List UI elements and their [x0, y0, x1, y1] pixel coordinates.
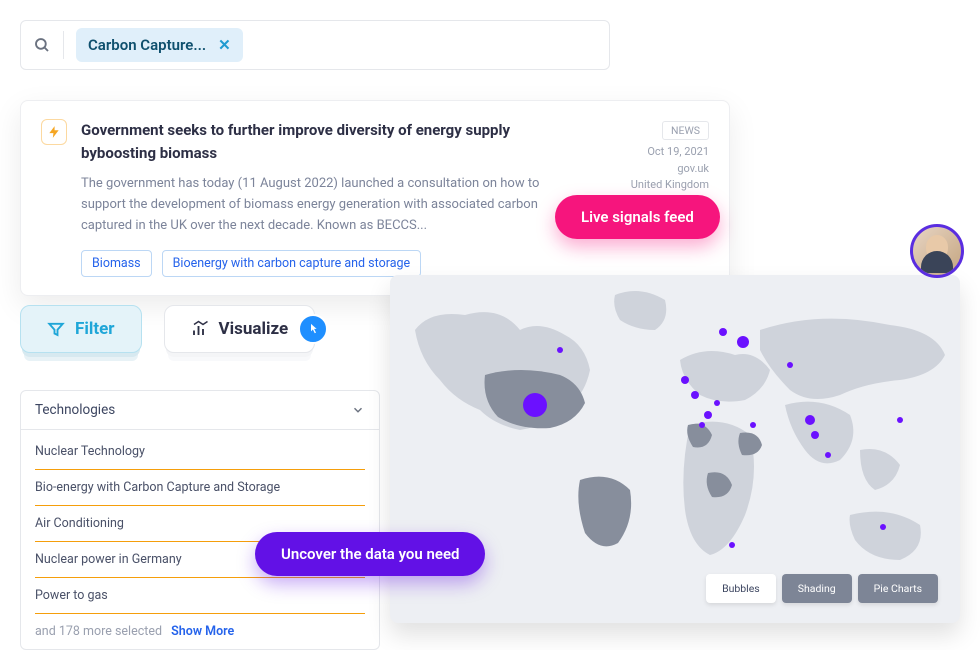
map-bubble[interactable]: [699, 422, 705, 428]
divider: [63, 31, 64, 59]
tag-biomass[interactable]: Biomass: [81, 250, 152, 277]
technologies-panel: Technologies Nuclear Technology Bio-ener…: [20, 390, 380, 650]
map-bubble[interactable]: [787, 362, 793, 368]
list-item[interactable]: Power to gas: [35, 578, 365, 614]
list-item[interactable]: Bio-energy with Carbon Capture and Stora…: [35, 470, 365, 506]
map-bubble[interactable]: [897, 417, 903, 423]
panel-title: Technologies: [35, 402, 115, 418]
panel-footer: and 178 more selected Show More: [35, 614, 365, 639]
search-bar[interactable]: Carbon Capture... ✕: [20, 20, 610, 70]
map-bubble[interactable]: [523, 393, 547, 417]
visualize-label: Visualize: [219, 319, 289, 339]
filter-button[interactable]: Filter: [20, 305, 142, 353]
map-bubble[interactable]: [681, 376, 689, 384]
tag-beccs[interactable]: Bioenergy with carbon capture and storag…: [162, 250, 422, 277]
panel-header[interactable]: Technologies: [20, 390, 380, 430]
pointer-icon: [298, 314, 328, 344]
chevron-down-icon: [351, 403, 365, 417]
meta-source: gov.uk: [631, 161, 709, 178]
search-icon: [33, 36, 51, 54]
map-bubble[interactable]: [825, 452, 831, 458]
chip-label: Carbon Capture...: [88, 36, 206, 54]
visualize-button[interactable]: Visualize: [164, 305, 316, 353]
toggle-pie[interactable]: Pie Charts: [858, 574, 938, 603]
search-chip[interactable]: Carbon Capture... ✕: [76, 28, 243, 62]
card-title: Government seeks to further improve dive…: [81, 119, 511, 164]
callout-live-signals: Live signals feed: [555, 195, 720, 239]
bolt-icon: [41, 119, 67, 145]
meta-badge: NEWS: [662, 121, 709, 140]
map-bubble[interactable]: [750, 422, 756, 428]
avatar[interactable]: [910, 224, 964, 278]
card-tags: Biomass Bioenergy with carbon capture an…: [81, 250, 617, 277]
meta-date: Oct 19, 2021: [631, 144, 709, 161]
map-bubble[interactable]: [719, 328, 727, 336]
map-bubble[interactable]: [714, 400, 720, 406]
toggle-bubbles[interactable]: Bubbles: [706, 574, 776, 603]
action-buttons: Filter Visualize: [20, 305, 315, 353]
list-item[interactable]: Nuclear Technology: [35, 434, 365, 470]
close-icon[interactable]: ✕: [218, 36, 231, 54]
map-toggle: Bubbles Shading Pie Charts: [706, 574, 938, 603]
show-more-link[interactable]: Show More: [171, 624, 234, 639]
toggle-shading[interactable]: Shading: [782, 574, 852, 603]
filter-label: Filter: [75, 319, 115, 339]
map-bubble[interactable]: [737, 336, 749, 348]
map-bubble[interactable]: [811, 431, 819, 439]
map-bubble[interactable]: [704, 411, 712, 419]
meta-location: United Kingdom: [631, 177, 709, 194]
map-bubble[interactable]: [805, 415, 815, 425]
callout-uncover: Uncover the data you need: [255, 532, 485, 576]
map-bubble[interactable]: [691, 391, 699, 399]
map-bubble[interactable]: [729, 542, 735, 548]
card-description: The government has today (11 August 2022…: [81, 174, 551, 236]
map-bubble[interactable]: [880, 524, 886, 530]
more-count: and 178 more selected: [35, 624, 162, 639]
map-bubble[interactable]: [557, 347, 563, 353]
